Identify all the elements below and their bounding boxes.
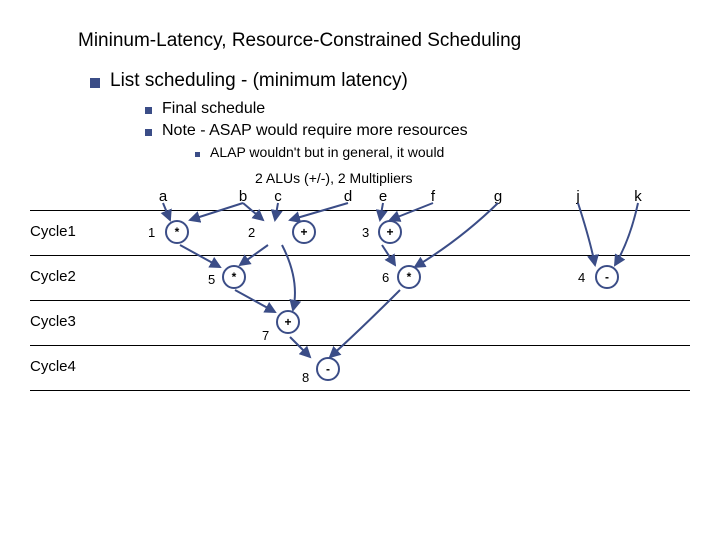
node-6-num: 6 — [382, 270, 389, 285]
bullet-icon — [145, 107, 152, 114]
bullet-l3-text: ALAP wouldn't but in general, it would — [210, 144, 444, 160]
label-k: k — [630, 188, 646, 205]
label-a: a — [155, 188, 171, 205]
label-j: j — [570, 188, 586, 205]
node-5: * — [222, 265, 246, 289]
node-7-num: 7 — [262, 328, 269, 343]
node-1: * — [165, 220, 189, 244]
label-c: c — [270, 188, 286, 205]
label-b: b — [235, 188, 251, 205]
node-8: - — [316, 357, 340, 381]
row-cycle4: Cycle4 — [30, 358, 76, 375]
node-3-num: 3 — [362, 225, 369, 240]
bullet-l2a: Final schedule — [145, 100, 690, 118]
label-f: f — [425, 188, 441, 205]
row-cycle1: Cycle1 — [30, 223, 76, 240]
bullet-l2a-text: Final schedule — [162, 100, 265, 118]
label-e: e — [375, 188, 391, 205]
node-4-num: 4 — [578, 270, 585, 285]
bullet-icon — [90, 78, 100, 88]
slide-title: Mininum-Latency, Resource-Constrained Sc… — [78, 30, 690, 52]
row-cycle3: Cycle3 — [30, 313, 76, 330]
node-3: + — [378, 220, 402, 244]
cycle-separator — [30, 300, 690, 301]
bullet-l2b-text: Note - ASAP would require more resources — [162, 122, 468, 140]
node-2-num: 2 — [248, 225, 255, 240]
bullet-l1: List scheduling - (minimum latency) — [90, 70, 690, 92]
bullet-l2b: Note - ASAP would require more resources — [145, 122, 690, 140]
node-6: * — [397, 265, 421, 289]
cycle-separator — [30, 210, 690, 211]
node-1-num: 1 — [148, 225, 155, 240]
cycle-separator — [30, 255, 690, 256]
bullet-l1-text: List scheduling - (minimum latency) — [110, 70, 408, 92]
diagram-subtitle: 2 ALUs (+/-), 2 Multipliers — [255, 170, 413, 186]
bullet-icon — [195, 152, 200, 157]
node-4: - — [595, 265, 619, 289]
bullet-l3: ALAP wouldn't but in general, it would — [195, 144, 690, 160]
label-d: d — [340, 188, 356, 205]
bullet-icon — [145, 129, 152, 136]
node-7: + — [276, 310, 300, 334]
cycle-separator — [30, 390, 690, 391]
schedule-diagram: 2 ALUs (+/-), 2 Multipliers a b c d e f … — [30, 170, 690, 430]
node-5-num: 5 — [208, 272, 215, 287]
row-cycle2: Cycle2 — [30, 268, 76, 285]
label-g: g — [490, 188, 506, 205]
node-8-num: 8 — [302, 370, 309, 385]
cycle-separator — [30, 345, 690, 346]
node-2: + — [292, 220, 316, 244]
